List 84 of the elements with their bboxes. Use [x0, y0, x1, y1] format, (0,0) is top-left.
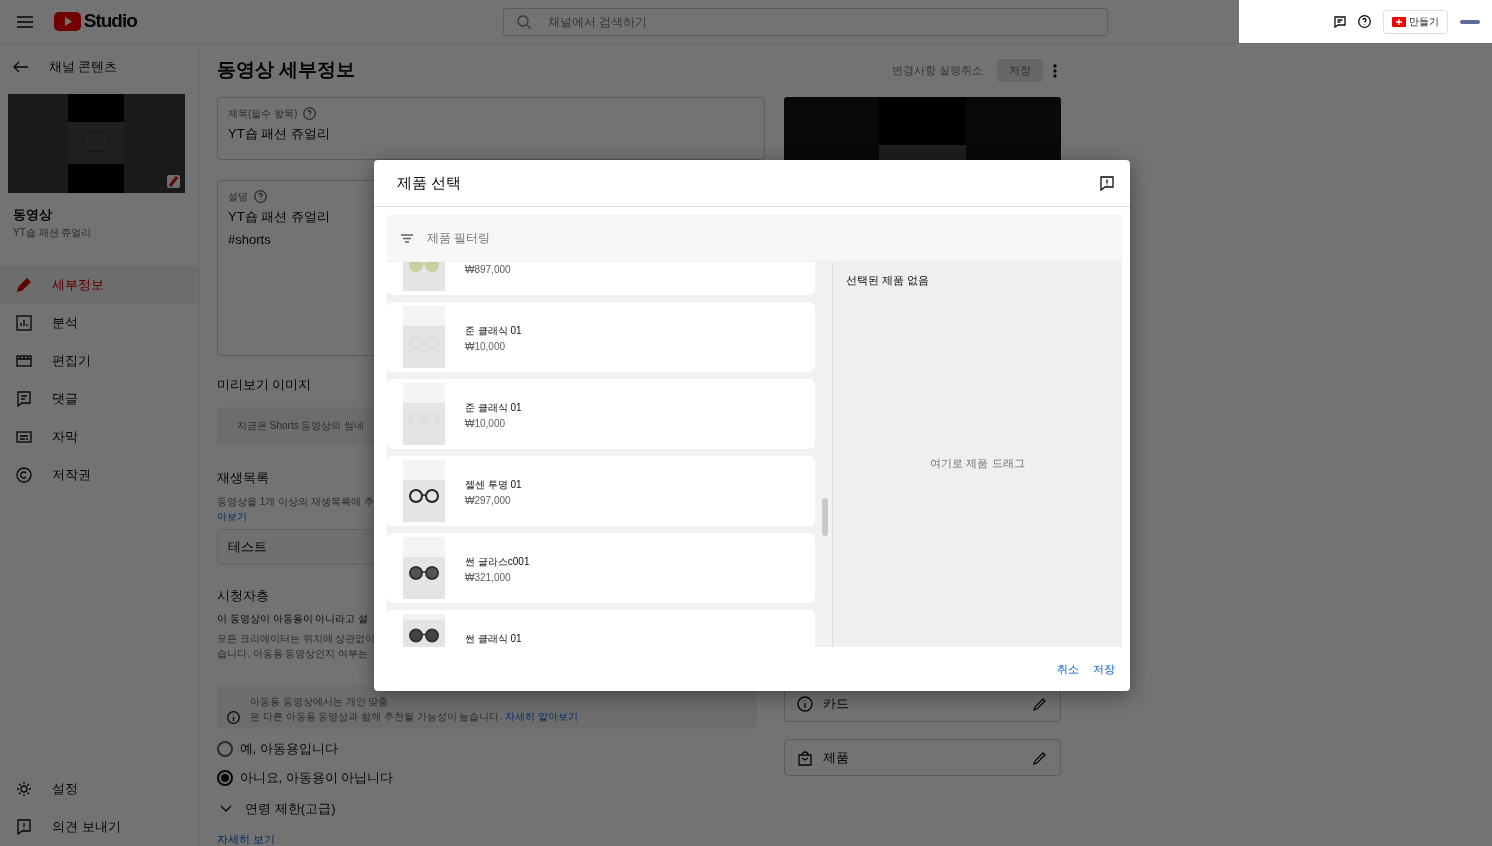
age-restriction-toggle[interactable]: 연령 제한(고급) [217, 799, 336, 819]
page-title: 동영상 세부정보 [217, 58, 356, 83]
product-card[interactable]: 썬 글라스c001 ₩321,000 [387, 533, 815, 603]
video-title: YT숍 패션 쥬얼리 [12, 225, 93, 240]
learn-more-link[interactable]: 자세히 알아보기 [505, 711, 578, 723]
product-price: ₩10,000 [465, 417, 507, 431]
sidebar-item[interactable]: 세부정보 [0, 265, 199, 304]
search-icon [516, 14, 531, 29]
sidebar-item[interactable]: 댓글 [0, 379, 199, 418]
help-icon[interactable] [1357, 15, 1371, 28]
help-icon [303, 107, 317, 120]
help-icon [254, 190, 267, 203]
learn-more-link[interactable]: 아보기 [217, 510, 247, 522]
show-more-link[interactable]: 자세히 보기 [217, 832, 276, 845]
filter-icon [401, 234, 413, 243]
sidebar-item[interactable]: 자막 [0, 417, 199, 456]
product-price: ₩297,000 [465, 494, 512, 508]
feedback-icon[interactable] [1100, 175, 1114, 191]
radio-button[interactable] [217, 741, 233, 757]
product-card[interactable]: 준 클래식 01 ₩10,000 [387, 302, 815, 372]
sidebar-item[interactable]: 편집기 [0, 341, 199, 380]
title-field[interactable]: 제목(필수 항목) YT숍 패션 쥬얼리 [217, 97, 765, 160]
create-button[interactable]: 만들기 [1382, 9, 1448, 34]
sidebar-item[interactable]: 설정 [0, 770, 199, 808]
section-text: 모든 크리에이터는 위치에 상관없이 [217, 632, 376, 647]
product-price: ₩897,000 [465, 263, 511, 277]
play-logo-icon [53, 12, 81, 31]
card-label: 제품 [823, 748, 849, 767]
filter-field[interactable]: 제품 필터링 [387, 215, 1122, 262]
settings-card[interactable]: 제품 [784, 739, 1061, 776]
section-heading: 미리보기 이미지 [217, 377, 312, 394]
product-name: 썬 클래식 01 [465, 632, 522, 646]
shopping-bag-icon [797, 749, 813, 766]
info-icon [227, 711, 240, 725]
section-text: 습니다. 아동용 동영상인지 여부는 [217, 647, 369, 662]
feedback-icon [16, 819, 32, 835]
save-button[interactable]: 저장 [1093, 660, 1115, 678]
bar-chart-icon [16, 314, 32, 331]
radio-button[interactable] [217, 769, 233, 786]
undo-button[interactable]: 변경사항 실행취소 [885, 58, 990, 83]
dialog-title: 제품 선택 [397, 172, 462, 193]
film-strip-icon [16, 352, 32, 369]
empty-selection-text: 선택된 제품 없음 [846, 273, 931, 288]
search-field[interactable]: 채널에서 검색하기 [502, 7, 1108, 36]
field-value: YT숍 패션 쥬얼리 [228, 125, 330, 143]
section-text: 이 동영상이 아동용이 아니라고 설 [217, 612, 369, 627]
product-card[interactable]: 준 클래식 01 ₩10,000 [387, 379, 815, 449]
copyright-icon [16, 466, 32, 483]
radio-label: 아니요, 아동용이 아닙니다 [239, 768, 394, 787]
card-label: 카드 [823, 694, 849, 713]
sidebar-item[interactable]: 의견 보내기 [0, 808, 199, 846]
info-icon [797, 695, 813, 712]
menu-icon[interactable] [16, 14, 34, 29]
scrollbar-thumb[interactable] [822, 498, 828, 536]
product-name: 젤센 투명 01 [465, 478, 522, 492]
field-value: YT숍 패션 쥬얼리 [228, 208, 330, 226]
product-card[interactable]: 썬 클래식 01 [387, 610, 815, 647]
video-plus-icon [1391, 16, 1406, 27]
back-arrow-icon[interactable] [13, 61, 29, 73]
settings-icon [16, 781, 32, 797]
product-name: 썬 글라스c001 [465, 555, 530, 569]
logo-text: Studio [83, 9, 137, 34]
video-label: 동영상 [12, 206, 53, 224]
product-card[interactable]: ₩897,000 [387, 262, 815, 295]
drop-hint: 여기로 제품 드래그 [930, 455, 1025, 471]
field-label: 제목(필수 항목) [228, 107, 298, 121]
product-name: 준 클래식 01 [465, 324, 522, 338]
back-link[interactable]: 채널 콘텐츠 [48, 57, 118, 77]
feedback-icon[interactable] [1333, 15, 1346, 28]
radio-label: 예, 아동용입니다 [239, 740, 338, 759]
product-price: ₩10,000 [465, 340, 507, 354]
section-heading: 시청자층 [217, 587, 269, 605]
pencil-icon [16, 276, 32, 293]
section-heading: 재생목록 [217, 469, 269, 487]
subtitles-icon [16, 428, 32, 445]
field-value: #shorts [228, 230, 271, 249]
product-card[interactable]: 젤센 투명 01 ₩297,000 [387, 456, 815, 526]
sidebar-item[interactable]: 저작권 [0, 455, 199, 494]
product-price: ₩321,000 [465, 571, 512, 585]
cancel-button[interactable]: 취소 [1057, 660, 1079, 678]
field-label: 설명 [228, 190, 248, 204]
sidebar-item[interactable]: 분석 [0, 303, 199, 342]
comment-icon [16, 390, 32, 407]
product-name: 준 클래식 01 [465, 401, 522, 415]
